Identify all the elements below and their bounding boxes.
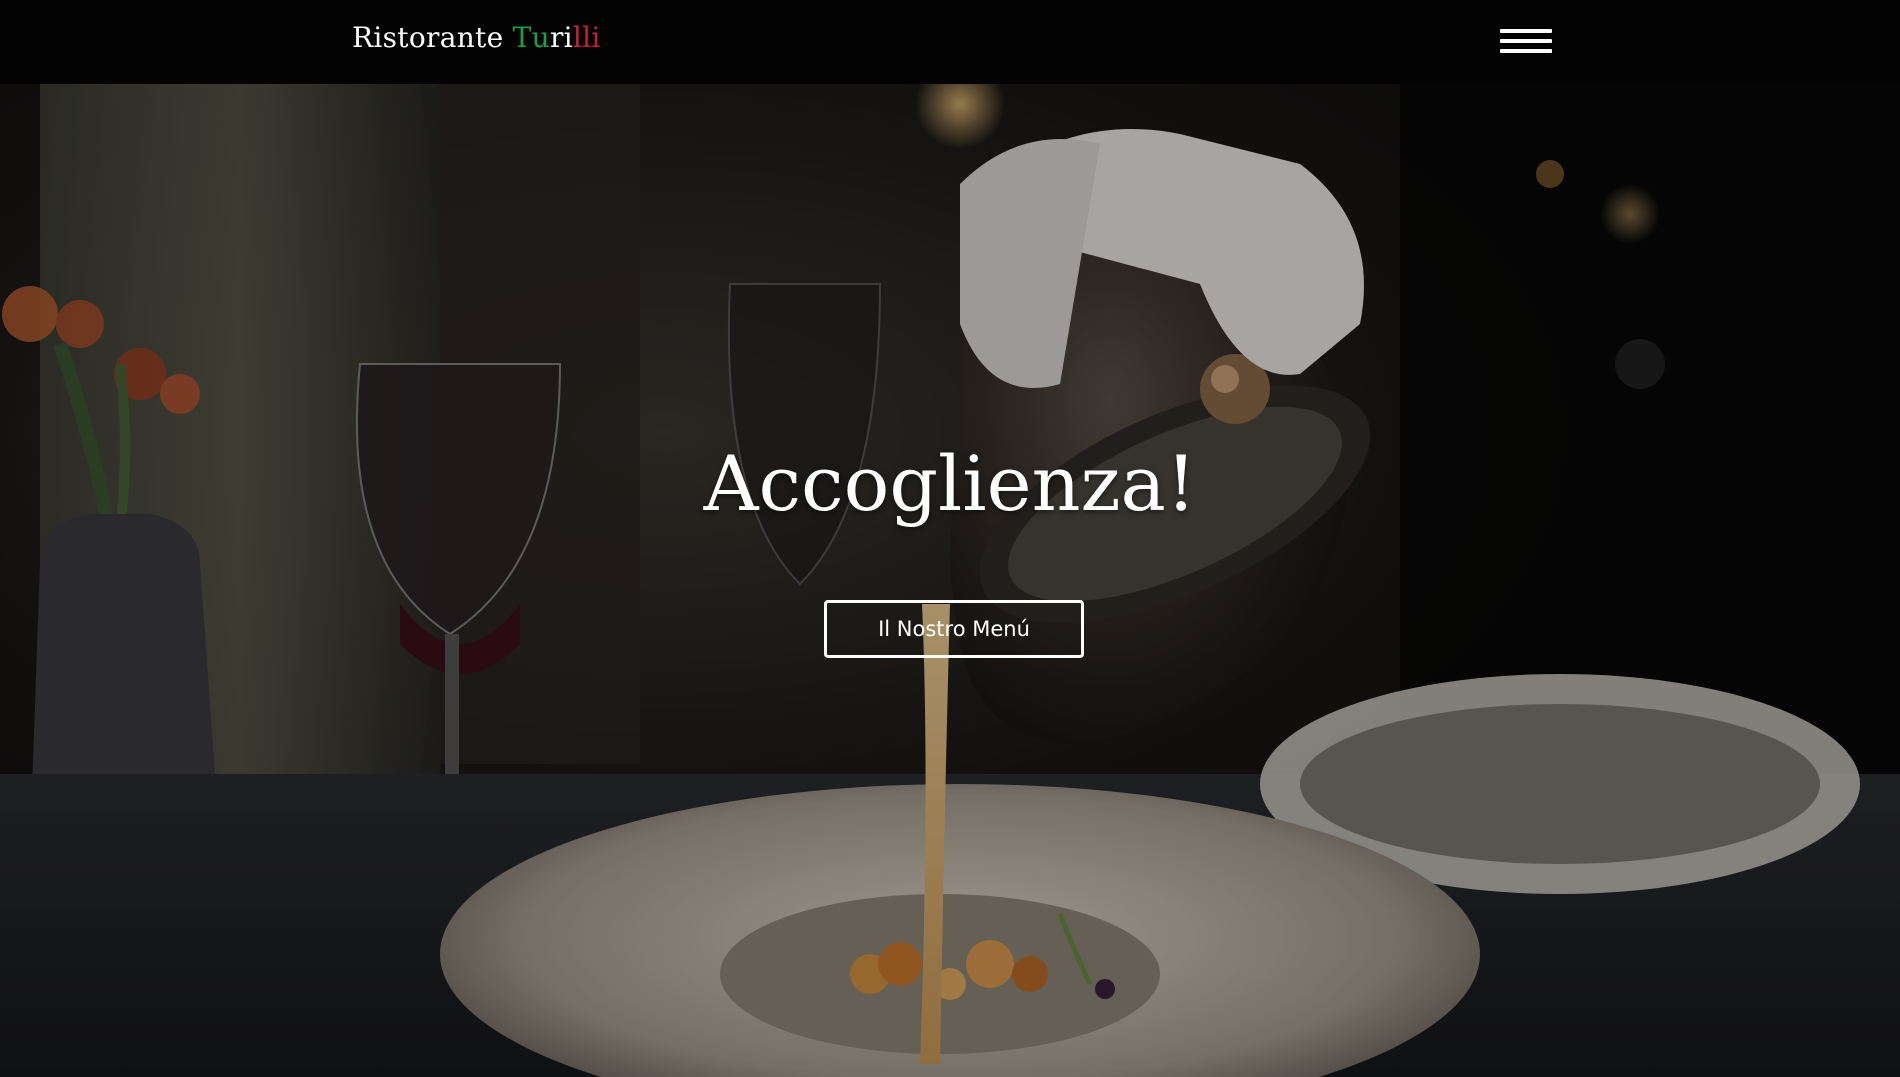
hamburger-icon[interactable] [1500,27,1552,55]
brand-logo-link[interactable]: Ristorante Turilli [352,18,601,58]
navbar: Ristorante Turilli [0,0,1900,84]
hero-section: Accoglienza! Il Nostro Menú [0,84,1900,1077]
brand-text-white: ri [549,21,573,54]
brand-text-red: lli [572,21,601,54]
hamburger-bar [1500,39,1552,43]
hero-dark-overlay [0,84,1900,1077]
our-menu-button[interactable]: Il Nostro Menú [824,600,1084,658]
hamburger-bar [1500,49,1552,53]
hamburger-bar [1500,29,1552,33]
brand-text-green: Tu [512,21,550,54]
brand-text: Ristorante [352,21,513,54]
hero-title: Accoglienza! [703,439,1197,528]
